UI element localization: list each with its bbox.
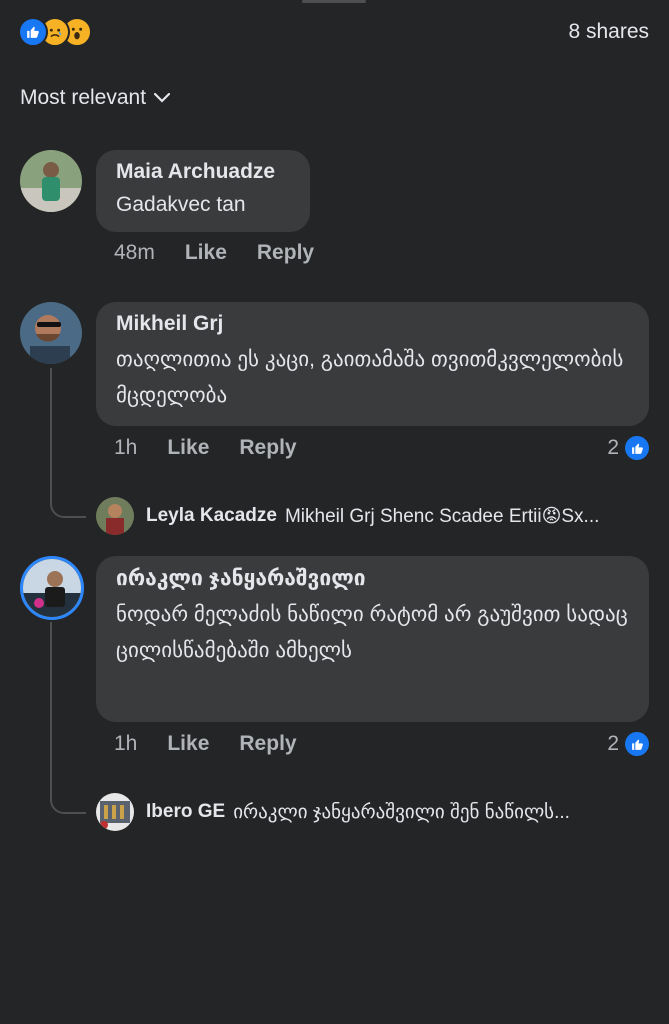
comment-actions: 48m Like Reply	[114, 241, 344, 265]
avatar	[96, 793, 134, 831]
comment-time[interactable]: 1h	[114, 436, 137, 460]
sort-dropdown[interactable]: Most relevant	[20, 86, 171, 110]
like-button[interactable]: Like	[185, 241, 227, 265]
comment-like-count[interactable]: 2	[607, 436, 649, 460]
comment-author[interactable]: Mikheil Grj	[116, 312, 629, 336]
like-button[interactable]: Like	[167, 436, 209, 460]
comment-author[interactable]: ირაკლი ჯანყარაშვილი	[116, 566, 629, 591]
like-button[interactable]: Like	[167, 732, 209, 756]
reply-author[interactable]: Ibero GE	[146, 801, 225, 823]
thread-line	[50, 622, 86, 814]
avatar[interactable]	[20, 150, 82, 212]
comment-bubble[interactable]: Maia Archuadze Gadakvec tan	[96, 150, 310, 232]
reply-button[interactable]: Reply	[239, 732, 296, 756]
like-icon	[625, 732, 649, 756]
comment-bubble[interactable]: Mikheil Grj თაღლითია ეს კაცი, გაითამაშა …	[96, 302, 649, 426]
thread-line	[50, 368, 86, 518]
sheet-drag-handle[interactable]	[302, 0, 366, 3]
comment-author[interactable]: Maia Archuadze	[116, 160, 290, 184]
reply-text: Mikheil Grj Shenc Scadee Ertii😡Sx...	[284, 505, 600, 527]
comment-like-count[interactable]: 2	[607, 732, 649, 756]
reply-button[interactable]: Reply	[257, 241, 314, 265]
reply-author[interactable]: Leyla Kacadze	[146, 505, 277, 527]
like-count-value: 2	[607, 732, 619, 755]
like-icon	[625, 436, 649, 460]
comment-bubble[interactable]: ირაკლი ჯანყარაშვილი ნოდარ მელაძის ნაწილი…	[96, 556, 649, 722]
avatar[interactable]	[20, 556, 84, 620]
reply-preview[interactable]: Leyla Kacadze Mikheil Grj Shenc Scadee E…	[96, 497, 651, 535]
comment-text: Gadakvec tan	[116, 193, 246, 216]
comment-actions: 1h Like Reply	[114, 436, 327, 460]
reaction-summary[interactable]	[18, 17, 92, 47]
comment-time[interactable]: 48m	[114, 241, 155, 265]
shares-count[interactable]: 8 shares	[568, 20, 649, 44]
comment-text: ნოდარ მელაძის ნაწილი რატომ არ გაუშვით სა…	[116, 603, 628, 662]
like-icon	[18, 17, 48, 47]
sort-label: Most relevant	[20, 86, 147, 109]
comment-actions: 1h Like Reply	[114, 732, 327, 756]
avatar[interactable]	[20, 302, 82, 364]
reply-text: ირაკლი ჯანყარაშვილი შენ ნაწილს...	[233, 801, 570, 823]
chevron-down-icon	[154, 93, 171, 103]
avatar	[96, 497, 134, 535]
comment-text: თაღლითია ეს კაცი, გაითამაშა თვითმკვლელობ…	[116, 348, 624, 407]
like-count-value: 2	[607, 436, 619, 459]
reply-button[interactable]: Reply	[239, 436, 296, 460]
reply-preview[interactable]: Ibero GE ირაკლი ჯანყარაშვილი შენ ნაწილს.…	[96, 793, 651, 831]
comment-time[interactable]: 1h	[114, 732, 137, 756]
reactions-bar: 8 shares	[18, 14, 649, 50]
